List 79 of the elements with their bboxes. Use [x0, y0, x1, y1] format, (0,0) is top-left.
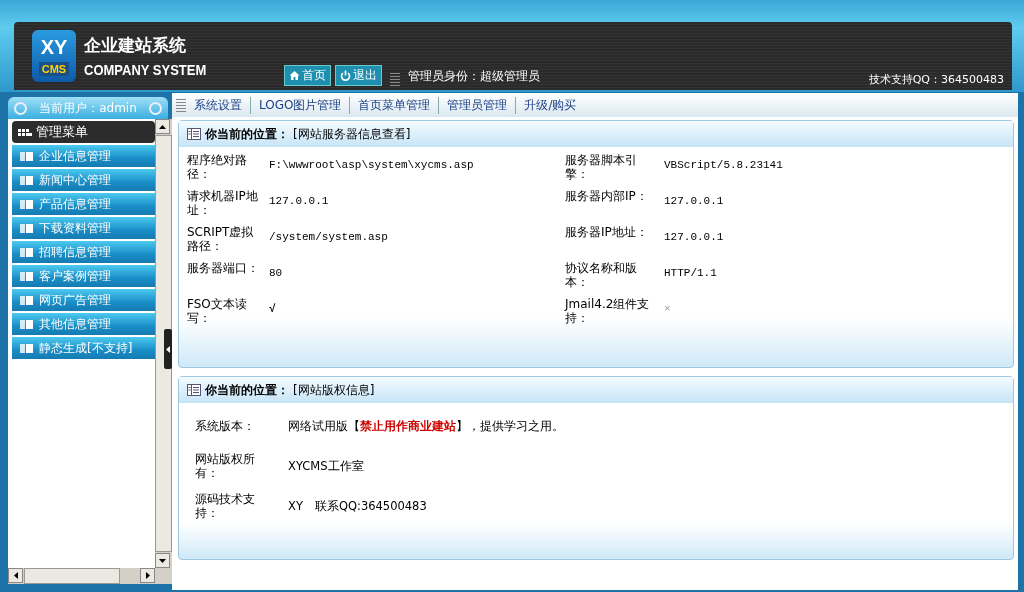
up-arrow-icon — [159, 124, 166, 129]
field-value: 127.0.0.1 — [664, 195, 724, 207]
book-icon — [20, 319, 33, 329]
menu-item[interactable]: 企业信息管理 — [12, 145, 155, 167]
current-user: 当前用户：admin — [39, 99, 137, 117]
field-label: 请求机器IP地址： — [187, 189, 259, 217]
menu-item[interactable]: 其他信息管理 — [12, 313, 155, 335]
menu-item[interactable]: 招聘信息管理 — [12, 241, 155, 263]
logo-title: 企业建站系统 — [84, 34, 187, 57]
nav-link[interactable]: LOGO图片管理 — [250, 96, 350, 114]
left-arrow-icon — [166, 345, 170, 353]
field-value: VBScript/5.8.23141 — [664, 159, 783, 171]
menu-item[interactable]: 静态生成[不支持] — [12, 337, 155, 359]
field-value: XYCMS工作室 — [288, 458, 364, 474]
horizontal-scrollbar[interactable] — [8, 568, 155, 584]
ring-icon — [149, 101, 162, 115]
field-value: /system/system.asp — [269, 231, 388, 243]
nav-link[interactable]: 管理员管理 — [438, 96, 516, 114]
ring-icon — [14, 101, 27, 115]
support-contact: 技术支持QQ：364500483 — [868, 72, 1004, 87]
field-label: FSO文本读写： — [187, 297, 248, 325]
field-label: 服务器脚本引擎： — [565, 153, 638, 181]
logout-button[interactable]: 退出 — [335, 65, 383, 86]
home-button[interactable]: 首页 — [284, 65, 332, 86]
nav-link[interactable]: 升级/购买 — [515, 96, 585, 114]
field-label: 程序绝对路径： — [187, 153, 248, 181]
right-arrow-icon — [145, 572, 150, 579]
vertical-scrollbar[interactable] — [155, 119, 172, 568]
panel-icon — [187, 128, 201, 140]
location-path: [网站服务器信息查看] — [293, 125, 411, 143]
grid-icon — [18, 127, 32, 137]
field-label: 协议名称和版本： — [565, 261, 638, 289]
menu-item[interactable]: 网页广告管理 — [12, 289, 155, 311]
field-value: 127.0.0.1 — [664, 231, 724, 243]
admin-role: 管理员身份：超级管理员 — [408, 68, 541, 85]
book-icon — [20, 271, 33, 281]
book-icon — [20, 175, 33, 185]
field-value: 网络试用版【禁止用作商业建站】，提供学习之用。 — [288, 418, 564, 434]
menu-title-text: 管理菜单 — [36, 123, 88, 141]
nav-link[interactable]: 系统设置 — [186, 96, 250, 114]
location-path: [网站版权信息] — [293, 381, 375, 399]
logo-subtitle: COMPANY SYSTEM — [84, 62, 207, 79]
power-icon — [340, 70, 352, 81]
scrollbar-corner — [155, 568, 172, 584]
field-value: × — [664, 303, 671, 315]
panel-icon — [187, 384, 201, 396]
menu-item[interactable]: 产品信息管理 — [12, 193, 155, 215]
field-label: 源码技术支持： — [195, 492, 256, 520]
book-icon — [20, 199, 33, 209]
collapse-handle[interactable] — [164, 329, 172, 369]
logo-text: XY — [40, 36, 68, 59]
field-label: Jmail4.2组件支持： — [565, 297, 651, 325]
field-label: SCRIPT虚拟路径： — [187, 225, 255, 253]
field-label: 服务器内部IP： — [565, 189, 649, 203]
menu-item[interactable]: 客户案例管理 — [12, 265, 155, 287]
nav-link[interactable]: 首页菜单管理 — [349, 96, 439, 114]
left-arrow-icon — [13, 572, 18, 579]
book-icon — [20, 295, 33, 305]
location-label: 你当前的位置： — [205, 381, 289, 399]
field-value: 80 — [269, 267, 283, 279]
menu-item[interactable]: 新闻中心管理 — [12, 169, 155, 191]
book-icon — [20, 247, 33, 257]
book-icon — [20, 223, 33, 233]
field-value: √ — [269, 303, 276, 315]
field-value: 127.0.0.1 — [269, 195, 329, 207]
logo-text: CMS — [38, 62, 70, 76]
field-label: 系统版本： — [195, 419, 256, 433]
down-arrow-icon — [159, 558, 166, 563]
menu-item[interactable]: 下载资料管理 — [12, 217, 155, 239]
location-label: 你当前的位置： — [205, 125, 289, 143]
field-value: XY 联系QQ:364500483 — [288, 498, 427, 514]
field-value: HTTP/1.1 — [664, 267, 717, 279]
field-label: 网站版权所有： — [195, 452, 256, 480]
home-icon — [289, 70, 301, 81]
field-value: F:\wwwroot\asp\system\xycms.asp — [269, 159, 474, 171]
book-icon — [20, 151, 33, 161]
field-label: 服务器IP地址： — [565, 225, 649, 239]
book-icon — [20, 343, 33, 353]
field-label: 服务器端口： — [187, 261, 260, 275]
